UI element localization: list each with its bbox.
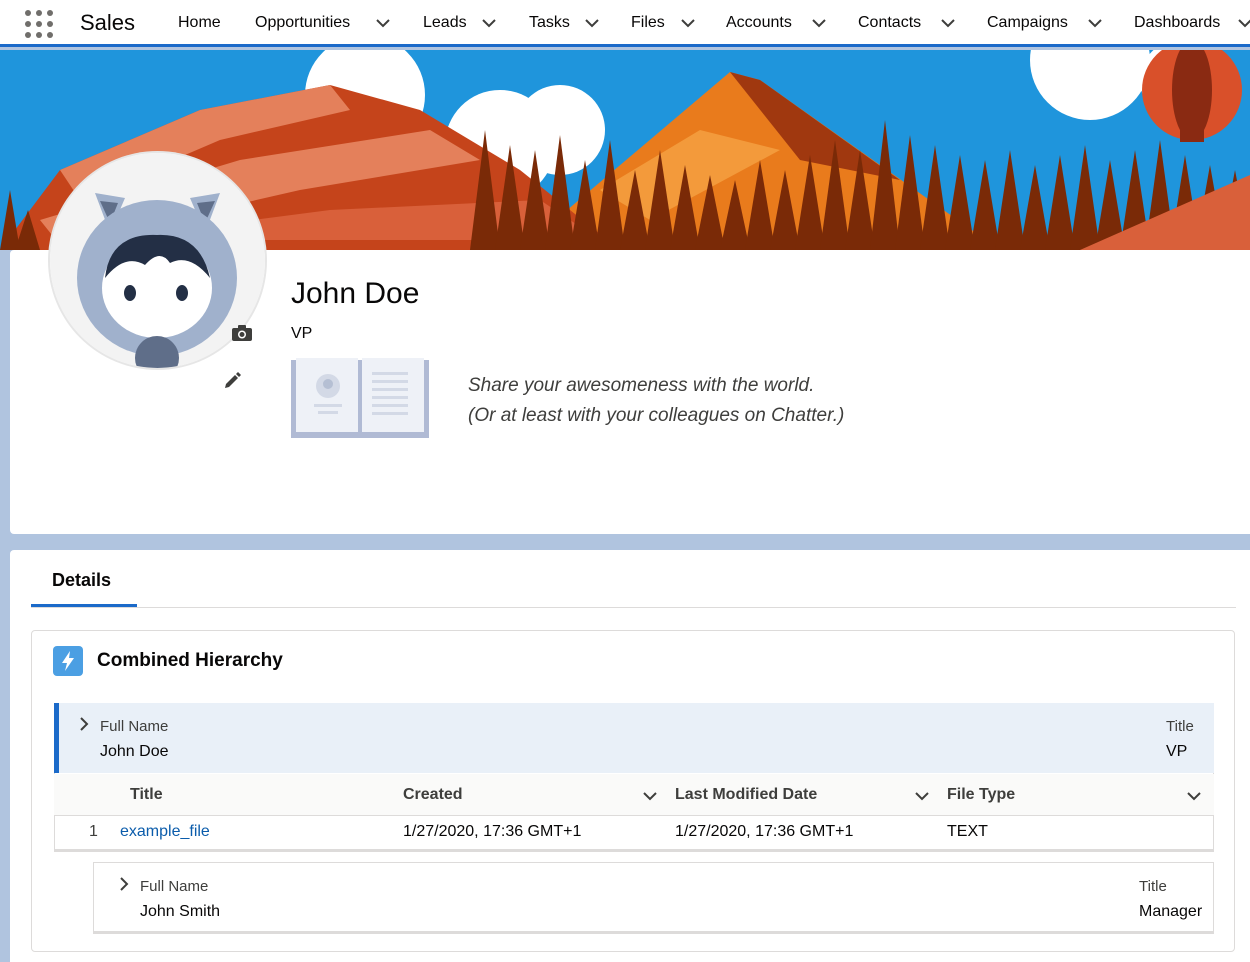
nav-item-leads[interactable]: Leads [423, 14, 467, 32]
file-title-link[interactable]: example_file [120, 823, 210, 841]
row-number: 1 [89, 823, 98, 840]
column-header-created[interactable]: Created [403, 786, 463, 804]
chevron-down-icon[interactable] [1088, 16, 1102, 30]
nav-item-home[interactable]: Home [178, 14, 221, 32]
full-name-label: Full Name [100, 718, 169, 735]
open-book-illustration [291, 358, 429, 438]
title-value: Manager [1139, 903, 1203, 920]
chevron-down-icon[interactable] [1187, 789, 1201, 803]
profile-title: VP [291, 325, 313, 342]
chevron-down-icon[interactable] [941, 16, 955, 30]
full-name-label: Full Name [140, 878, 209, 895]
hierarchy-row-child[interactable] [93, 862, 1214, 934]
profile-tagline: Share your awesomeness with the world. (… [468, 371, 844, 431]
chevron-down-icon[interactable] [482, 16, 496, 30]
app-name: Sales [80, 10, 136, 35]
app-launcher-icon[interactable] [25, 10, 55, 40]
chevron-down-icon[interactable] [643, 789, 657, 803]
card-title: Combined Hierarchy [97, 650, 283, 671]
pencil-icon[interactable] [222, 370, 242, 390]
chevron-down-icon[interactable] [376, 16, 390, 30]
nav-item-campaigns[interactable]: Campaigns [987, 14, 1068, 32]
chevron-down-icon[interactable] [1238, 16, 1250, 30]
column-header-file-type[interactable]: File Type [947, 786, 1015, 804]
hierarchy-row-root[interactable] [54, 703, 1214, 773]
global-nav: Sales Home Opportunities Leads Tasks Fil… [0, 0, 1250, 47]
files-table-header [54, 774, 1214, 816]
column-header-last-modified[interactable]: Last Modified Date [675, 786, 817, 804]
chevron-down-icon[interactable] [915, 789, 929, 803]
nav-item-files[interactable]: Files [631, 14, 665, 32]
title-label: Title [1166, 718, 1194, 735]
full-name-value: John Smith [140, 903, 221, 920]
nav-item-tasks[interactable]: Tasks [529, 14, 570, 32]
chevron-down-icon[interactable] [681, 16, 695, 30]
table-divider [54, 849, 1214, 852]
lightning-icon [53, 646, 83, 676]
chevron-down-icon[interactable] [585, 16, 599, 30]
title-label: Title [1139, 878, 1167, 895]
full-name-value: John Doe [100, 743, 169, 760]
nav-item-opportunities[interactable]: Opportunities [255, 14, 350, 32]
nav-item-contacts[interactable]: Contacts [858, 14, 921, 32]
tagline-line-1: Share your awesomeness with the world. [468, 375, 815, 396]
file-type: TEXT [947, 823, 988, 840]
profile-name: John Doe [291, 277, 420, 310]
column-header-title[interactable]: Title [130, 786, 163, 804]
tab-divider [31, 607, 1236, 608]
chevron-down-icon[interactable] [812, 16, 826, 30]
tagline-line-2: (Or at least with your colleagues on Cha… [468, 405, 845, 426]
file-last-modified: 1/27/2020, 17:36 GMT+1 [675, 823, 854, 840]
tab-details[interactable]: Details [52, 570, 111, 591]
chevron-right-icon[interactable] [78, 716, 90, 732]
camera-icon[interactable] [231, 323, 253, 343]
title-value: VP [1166, 743, 1188, 760]
chevron-right-icon[interactable] [118, 876, 130, 892]
file-created: 1/27/2020, 17:36 GMT+1 [403, 823, 582, 840]
nav-item-dashboards[interactable]: Dashboards [1134, 14, 1220, 32]
nav-item-accounts[interactable]: Accounts [726, 14, 792, 32]
